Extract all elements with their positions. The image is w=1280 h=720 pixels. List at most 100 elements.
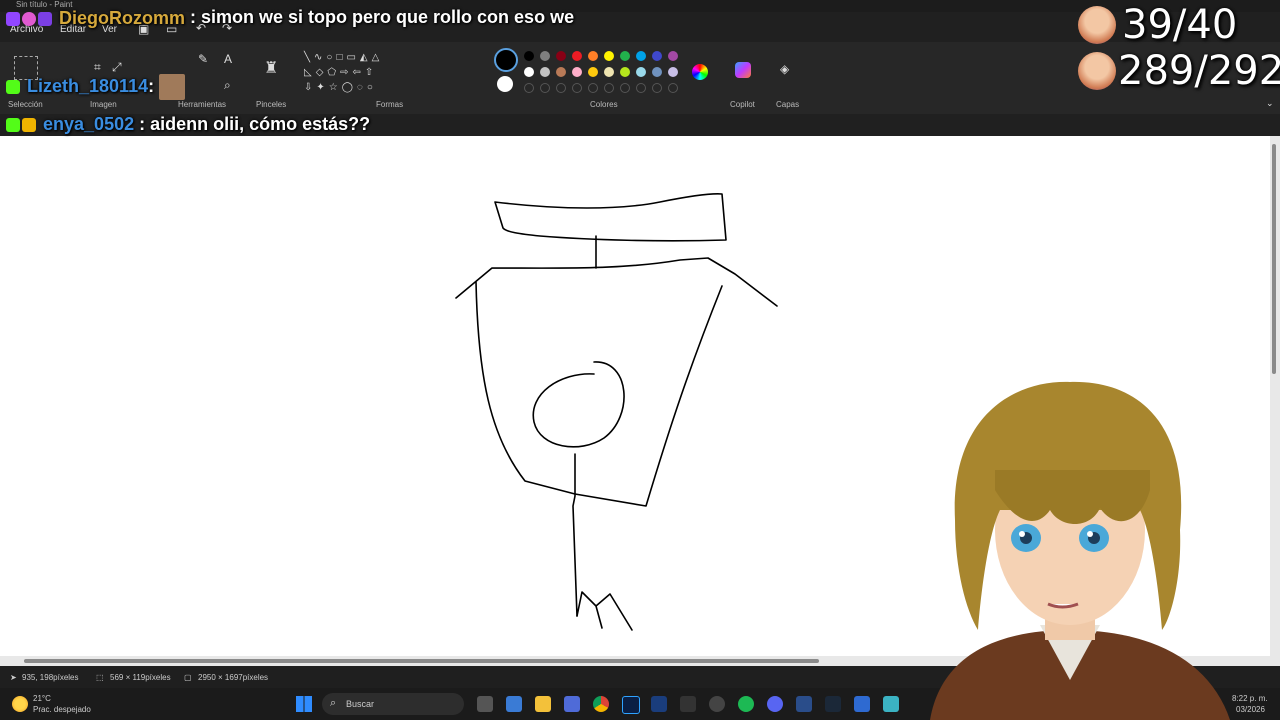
text-icon[interactable]: A (224, 52, 232, 66)
brush-icon[interactable]: ♜ (264, 58, 278, 78)
heart-badge-icon (22, 12, 36, 27)
vegas-icon[interactable] (651, 696, 667, 712)
canvas-size: 2950 × 1697píxeles (198, 673, 269, 682)
counter-avatar-bottom (1078, 52, 1116, 90)
color-swatch[interactable] (636, 67, 646, 77)
paint-taskbar-icon[interactable] (854, 696, 870, 712)
custom-color-slot[interactable] (636, 83, 646, 93)
chat-message-1: DiegoRozomm : simon we si topo pero que … (6, 7, 630, 33)
edit-colors-icon[interactable] (692, 64, 708, 80)
spotify-icon[interactable] (738, 696, 754, 712)
vtube-icon[interactable] (796, 696, 812, 712)
ribbon-label-copilot: Copilot (730, 100, 755, 109)
chrome-icon[interactable] (593, 696, 609, 712)
layers-icon[interactable]: ◈ (780, 62, 789, 76)
color-swatch[interactable] (524, 67, 534, 77)
color-swatch[interactable] (572, 67, 582, 77)
selection-size-icon: ⬚ (96, 673, 104, 682)
custom-color-slot[interactable] (604, 83, 614, 93)
sketch-body (475, 281, 723, 507)
store-icon[interactable] (564, 696, 580, 712)
color-swatch[interactable] (604, 67, 614, 77)
file-explorer-icon[interactable] (535, 696, 551, 712)
crown-badge-icon (22, 118, 36, 133)
vtuber-avatar (930, 381, 1230, 720)
weather-desc: Prac. despejado (33, 705, 91, 714)
color-swatch[interactable] (668, 67, 678, 77)
color-swatch[interactable] (540, 51, 550, 61)
shapes-gallery[interactable]: ╲∿○□▭◭△ ◺◇⬠⇨⇦⇧ ⇩✦☆◯◌○ (304, 50, 404, 96)
settings-app-icon[interactable] (506, 696, 522, 712)
color-palette (524, 51, 684, 93)
app-icon[interactable] (709, 696, 725, 712)
custom-color-slot[interactable] (572, 83, 582, 93)
ribbon-label-selection: Selección (8, 100, 43, 109)
color-swatch[interactable] (540, 67, 550, 77)
color-swatch[interactable] (668, 51, 678, 61)
color-swatch[interactable] (556, 67, 566, 77)
cursor-position-icon: ➤ (10, 673, 17, 682)
ribbon-label-image: Imagen (90, 100, 117, 109)
color-swatch[interactable] (652, 67, 662, 77)
color-swatch[interactable] (556, 51, 566, 61)
crop-icon[interactable]: ⌗ (94, 60, 101, 75)
magnifier-icon[interactable]: ⌕ (224, 78, 231, 93)
counter-avatar-top (1078, 6, 1116, 44)
color-swatch[interactable] (620, 51, 630, 61)
color-swatch[interactable] (636, 51, 646, 61)
taskbar-search[interactable]: ⌕ Buscar (322, 693, 464, 715)
sketch-hat-brim (494, 193, 727, 242)
chat-text-3: : aidenn olii, cómo estás?? (139, 114, 371, 134)
secondary-color[interactable] (497, 76, 513, 92)
chat-emote (159, 74, 186, 100)
resize-icon[interactable]: ⤢ (112, 60, 122, 75)
color-swatch[interactable] (524, 51, 534, 61)
color-swatch[interactable] (588, 67, 598, 77)
search-icon: ⌕ (330, 697, 337, 709)
chat-message-3: enya_0502 : aidenn olii, cómo estás?? (6, 114, 370, 135)
primary-color[interactable] (494, 48, 518, 72)
counter-top: 39/40 (1122, 2, 1238, 48)
weather-icon[interactable] (12, 696, 28, 712)
kick-badge-icon (6, 80, 20, 94)
search-label: Buscar (346, 699, 375, 709)
sub-badge-icon (38, 12, 52, 27)
task-view-icon[interactable] (477, 696, 493, 712)
twitch-badge-icon (6, 12, 20, 27)
weather-temp: 21°C (33, 694, 51, 703)
custom-color-slot[interactable] (556, 83, 566, 93)
chat-username-3: enya_0502 (43, 114, 135, 134)
chat-text-2: : (148, 75, 155, 96)
discord-icon[interactable] (767, 696, 783, 712)
custom-color-slot[interactable] (588, 83, 598, 93)
pencil-icon[interactable]: ✎ (198, 52, 208, 66)
app2-icon[interactable] (883, 696, 899, 712)
color-swatch[interactable] (588, 51, 598, 61)
color-swatch[interactable] (620, 67, 630, 77)
color-swatch[interactable] (652, 51, 662, 61)
color-swatch[interactable] (572, 51, 582, 61)
vertical-scroll-thumb[interactable] (1272, 144, 1276, 374)
ribbon-collapse-icon[interactable]: ⌄ (1266, 98, 1274, 109)
custom-color-slot[interactable] (652, 83, 662, 93)
xbox-icon[interactable] (680, 696, 696, 712)
custom-color-slot[interactable] (524, 83, 534, 93)
canvas-size-icon: ▢ (184, 673, 192, 682)
custom-color-slot[interactable] (620, 83, 630, 93)
horizontal-scroll-thumb[interactable] (24, 659, 819, 663)
steam-icon[interactable] (825, 696, 841, 712)
ribbon-label-shapes: Formas (376, 100, 404, 109)
color-swatch[interactable] (604, 51, 614, 61)
sketch-foot (576, 591, 633, 631)
chat-text-1: : simon we si topo pero que rollo con es… (190, 7, 575, 27)
ribbon-label-brushes: Pinceles (256, 100, 287, 109)
photoshop-icon[interactable] (622, 696, 640, 714)
sketch-leg (572, 453, 578, 617)
custom-color-slot[interactable] (668, 83, 678, 93)
copilot-icon[interactable] (735, 62, 751, 78)
chat-username-1: DiegoRozomm (59, 8, 186, 28)
windows-start-icon[interactable] (296, 696, 312, 712)
vertical-scrollbar[interactable] (1270, 136, 1280, 656)
custom-color-slot[interactable] (540, 83, 550, 93)
ribbon-label-tools: Herramientas (178, 100, 227, 109)
